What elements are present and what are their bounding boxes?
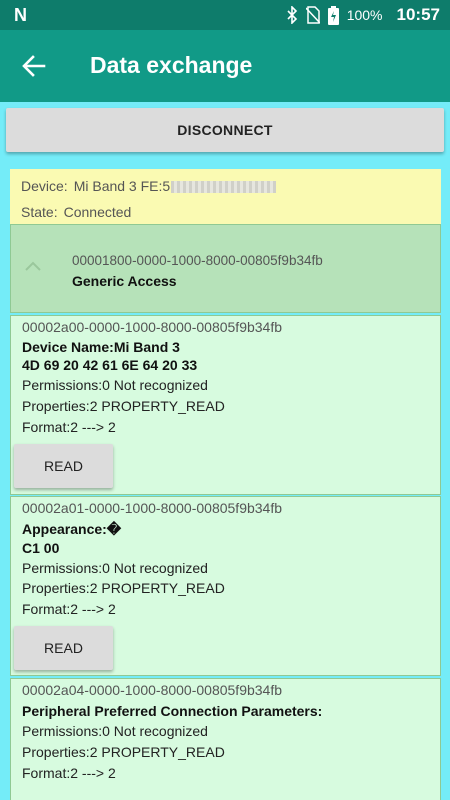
characteristic-value: C1 00 [22, 540, 60, 556]
service-name: Generic Access [72, 273, 177, 289]
bluetooth-icon [286, 6, 298, 24]
device-info-panel: Device: Mi Band 3 FE:5 State: Connected [10, 169, 441, 225]
characteristic-permissions: Permissions:0 Not recognized [22, 723, 208, 739]
no-sim-icon [305, 6, 320, 24]
disconnect-button[interactable]: DISCONNECT [6, 108, 444, 152]
device-label: Device: [21, 178, 68, 194]
read-button[interactable]: READ [14, 626, 113, 670]
characteristic-properties: Properties:2 PROPERTY_READ [22, 398, 225, 414]
state-row: State: Connected [21, 204, 131, 220]
notification-n-icon: N [14, 5, 27, 25]
characteristic-value: 4D 69 20 42 61 6E 64 20 33 [22, 357, 198, 373]
characteristic-permissions: Permissions:0 Not recognized [22, 560, 208, 576]
characteristic-format: Format:2 ---> 2 [22, 419, 116, 435]
characteristic-card: 00002a01-0000-1000-8000-00805f9b34fb App… [10, 496, 441, 676]
characteristic-properties: Properties:2 PROPERTY_READ [22, 580, 225, 596]
chevron-up-icon[interactable] [23, 259, 43, 273]
characteristic-properties: Properties:2 PROPERTY_READ [22, 744, 225, 760]
service-header-generic-access[interactable]: 00001800-0000-1000-8000-00805f9b34fb Gen… [10, 224, 441, 313]
battery-percent: 100% [346, 7, 383, 23]
characteristic-name: Device Name:Mi Band 3 [22, 339, 180, 355]
state-value: Connected [63, 204, 132, 220]
characteristic-format: Format:2 ---> 2 [22, 765, 116, 781]
back-arrow-icon[interactable] [20, 52, 48, 80]
characteristic-name: Peripheral Preferred Connection Paramete… [22, 703, 323, 719]
characteristic-name: Appearance:� [22, 521, 122, 537]
characteristic-permissions: Permissions:0 Not recognized [22, 377, 208, 393]
characteristic-card: 00002a04-0000-1000-8000-00805f9b34fb Per… [10, 678, 441, 800]
device-value: Mi Band 3 FE:5 [73, 178, 171, 194]
clock: 10:57 [396, 5, 440, 24]
battery-charging-icon [327, 5, 339, 25]
read-button[interactable]: READ [14, 444, 113, 488]
characteristic-format: Format:2 ---> 2 [22, 601, 116, 617]
characteristic-card: 00002a00-0000-1000-8000-00805f9b34fb Dev… [10, 315, 441, 495]
app-bar: Data exchange [0, 30, 450, 102]
device-row: Device: Mi Band 3 FE:5 [21, 178, 277, 194]
status-bar: N 100% 10:57 [0, 0, 450, 30]
service-uuid: 00001800-0000-1000-8000-00805f9b34fb [72, 253, 323, 268]
characteristic-uuid: 00002a01-0000-1000-8000-00805f9b34fb [22, 500, 283, 516]
characteristic-uuid: 00002a00-0000-1000-8000-00805f9b34fb [22, 319, 283, 335]
redacted-address [171, 181, 277, 194]
state-label: State: [21, 204, 58, 220]
characteristic-uuid: 00002a04-0000-1000-8000-00805f9b34fb [22, 682, 283, 698]
page-title: Data exchange [90, 52, 253, 78]
